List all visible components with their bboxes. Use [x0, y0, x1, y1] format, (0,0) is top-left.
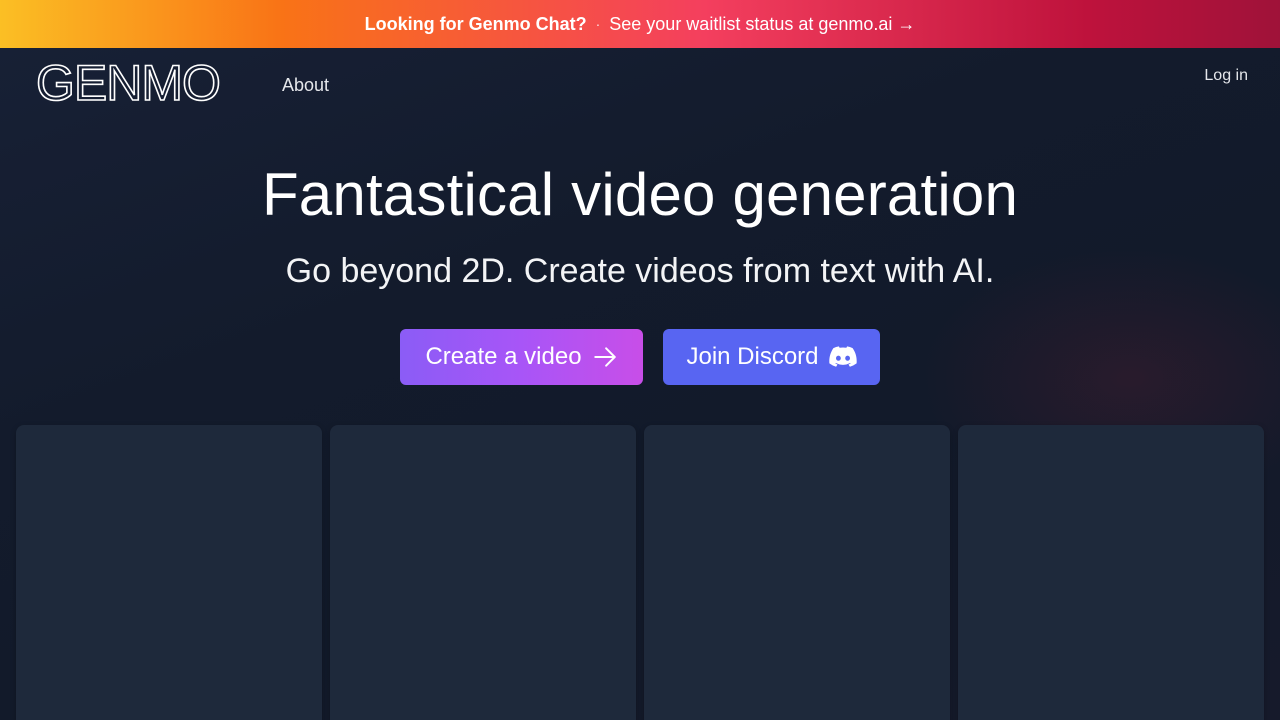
hero-title: Fantastical video generation [261, 161, 1019, 228]
announcement-banner[interactable]: Looking for Genmo Chat? · See your waitl… [0, 0, 1280, 48]
main-page: GENMO About Log in Fantastical video gen… [0, 48, 1280, 720]
join-discord-button[interactable]: Join Discord [663, 329, 880, 385]
gallery-card-3[interactable] [644, 425, 950, 720]
gallery-card-4[interactable] [958, 425, 1264, 720]
arrow-right-icon [592, 344, 618, 370]
join-discord-label: Join Discord [686, 343, 819, 370]
create-video-button[interactable]: Create a video [400, 329, 643, 385]
hero-subtitle: Go beyond 2D. Create videos from text wi… [285, 252, 995, 290]
logo-text: GENMO [36, 62, 220, 106]
banner-headline: Looking for Genmo Chat? [364, 13, 587, 34]
genmo-logo-icon: GENMO [36, 62, 222, 106]
discord-icon [828, 346, 857, 368]
gallery-card-1[interactable] [16, 425, 322, 720]
gallery-card-2[interactable] [330, 425, 636, 720]
banner-message: See your waitlist status at genmo.ai → [609, 13, 916, 34]
create-video-label: Create a video [425, 343, 582, 370]
login-link[interactable]: Log in [1204, 67, 1248, 85]
banner-separator: · [595, 16, 601, 32]
nav-about-link[interactable]: About [282, 75, 329, 96]
